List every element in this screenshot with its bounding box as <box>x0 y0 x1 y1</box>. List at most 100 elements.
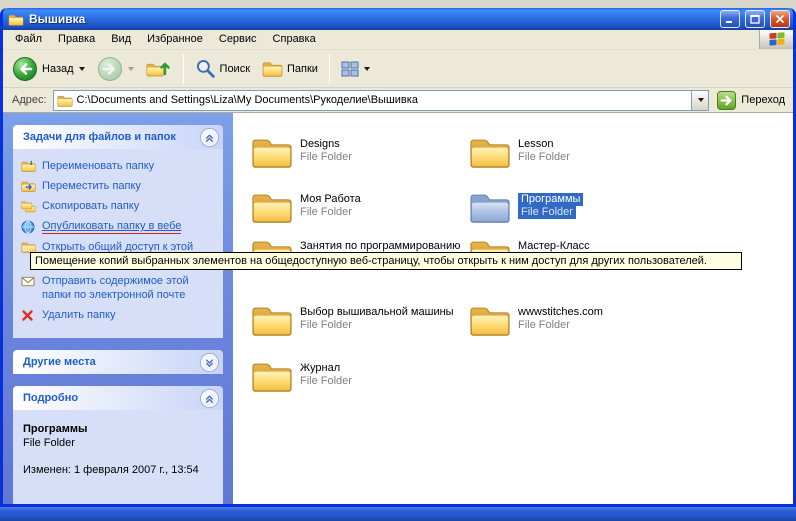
panel-other-places: Другие места <box>13 350 223 374</box>
menu-view[interactable]: Вид <box>103 30 139 49</box>
address-label: Адрес: <box>12 94 47 106</box>
file-type: File Folder <box>300 319 352 332</box>
back-button[interactable]: Назад <box>7 54 90 84</box>
email-icon <box>21 275 36 288</box>
file-name: wwwstitches.com <box>518 306 603 319</box>
collapse-button[interactable] <box>201 129 218 146</box>
folder-icon-selected <box>469 190 511 223</box>
other-places-header[interactable]: Другие места <box>13 350 223 374</box>
file-name: Моя Работа <box>300 193 361 206</box>
forward-icon <box>97 56 123 82</box>
up-button[interactable] <box>141 55 177 82</box>
panel-file-tasks: Задачи для файлов и папок Переименовать … <box>13 125 223 338</box>
file-tile-designs[interactable]: Designs File Folder <box>251 131 461 171</box>
file-tile-programmy-selected[interactable]: Программы File Folder <box>469 186 679 226</box>
file-name: Выбор вышивальной машины <box>300 306 454 319</box>
task-pane: Задачи для файлов и папок Переименовать … <box>3 113 233 504</box>
folder-icon <box>251 190 293 223</box>
details-title: Подробно <box>23 392 78 404</box>
file-type: File Folder <box>300 151 352 164</box>
details-body: Программы File Folder Изменен: 1 февраля… <box>13 410 223 504</box>
task-label: Переместить папку <box>42 179 141 193</box>
folders-label: Папки <box>287 63 318 75</box>
taskbar[interactable] <box>0 507 796 521</box>
task-label: Удалить папку <box>42 308 116 322</box>
file-tile-lesson[interactable]: Lesson File Folder <box>469 131 679 171</box>
task-rename-folder[interactable]: Переименовать папку <box>21 159 215 173</box>
chevron-up-icon <box>204 393 215 404</box>
details-file-name: Программы <box>23 422 213 436</box>
menu-favorites[interactable]: Избранное <box>139 30 211 49</box>
file-tile-wwwstitches[interactable]: wwwstitches.com File Folder <box>469 299 679 339</box>
window-folder-icon <box>8 13 24 26</box>
file-tile-zhurnal[interactable]: Журнал File Folder <box>251 355 461 395</box>
collapse-button[interactable] <box>201 390 218 407</box>
other-places-title: Другие места <box>23 356 96 368</box>
chevron-down-icon <box>204 357 215 368</box>
panel-details: Подробно Программы File Folder Изменен: … <box>13 386 223 504</box>
file-name: Журнал <box>300 362 340 375</box>
expand-button[interactable] <box>201 354 218 371</box>
views-dropdown-icon <box>364 67 370 71</box>
file-tasks-header[interactable]: Задачи для файлов и папок <box>13 125 223 149</box>
tooltip: Помещение копий выбранных элементов на о… <box>30 252 742 270</box>
folder-icon <box>251 359 293 392</box>
address-input[interactable]: C:\Documents and Settings\Liza\My Docume… <box>53 90 710 111</box>
folder-icon <box>251 303 293 336</box>
task-label: Опубликовать папку в вебе <box>42 219 181 234</box>
task-copy-folder[interactable]: Скопировать папку <box>21 199 215 213</box>
back-dropdown-icon <box>79 67 85 71</box>
details-header[interactable]: Подробно <box>13 386 223 410</box>
views-button[interactable] <box>336 59 375 79</box>
window-title: Вышивка <box>29 12 715 26</box>
back-label: Назад <box>42 63 74 75</box>
file-name: Lesson <box>518 138 553 151</box>
task-label: Переименовать папку <box>42 159 154 173</box>
go-icon <box>717 91 736 110</box>
close-button[interactable] <box>770 10 790 28</box>
file-tasks-title: Задачи для файлов и папок <box>23 131 176 143</box>
menu-file[interactable]: Файл <box>7 30 50 49</box>
publish-web-icon <box>21 220 36 234</box>
file-type: File Folder <box>300 206 352 219</box>
task-delete-folder[interactable]: Удалить папку <box>21 308 215 322</box>
go-button[interactable]: Переход <box>715 91 787 110</box>
delete-icon <box>21 309 36 322</box>
folders-button[interactable]: Папки <box>257 58 323 79</box>
file-type: File Folder <box>300 375 352 388</box>
views-icon <box>341 61 359 77</box>
main-area: Задачи для файлов и папок Переименовать … <box>3 113 793 504</box>
maximize-button[interactable] <box>745 10 765 28</box>
task-publish-folder-web[interactable]: Опубликовать папку в вебе <box>21 219 215 234</box>
task-move-folder[interactable]: Переместить папку <box>21 179 215 193</box>
task-label: Отправить содержимое этой папки по элект… <box>42 274 202 302</box>
minimize-icon <box>725 14 735 24</box>
task-email-folder[interactable]: Отправить содержимое этой папки по элект… <box>21 274 215 302</box>
file-tile-vybor-mashiny[interactable]: Выбор вышивальной машины File Folder <box>251 299 461 339</box>
file-tile-moya-rabota[interactable]: Моя Работа File Folder <box>251 186 461 226</box>
folder-icon <box>469 135 511 168</box>
forward-dropdown-icon <box>128 67 134 71</box>
file-type: File Folder <box>518 206 576 219</box>
back-icon <box>12 56 38 82</box>
details-modified: Изменен: 1 февраля 2007 г., 13:54 <box>23 463 213 477</box>
copy-folder-icon <box>21 200 36 213</box>
task-label: Скопировать папку <box>42 199 139 213</box>
menu-tools[interactable]: Сервис <box>211 30 265 49</box>
file-tasks-body: Переименовать папку Переместить папку Ск… <box>13 149 223 338</box>
minimize-button[interactable] <box>720 10 740 28</box>
file-list-area: Designs File Folder Lesson File Folder М… <box>233 113 793 504</box>
maximize-icon <box>750 14 760 24</box>
details-file-type: File Folder <box>23 436 213 450</box>
rename-folder-icon <box>21 160 36 172</box>
forward-button[interactable] <box>92 54 139 84</box>
dropdown-arrow-icon <box>698 98 704 102</box>
menu-help[interactable]: Справка <box>265 30 324 49</box>
search-button[interactable]: Поиск <box>190 56 255 81</box>
chevron-up-icon <box>204 132 215 143</box>
desktop: { "window": { "title": "Вышивка" }, "men… <box>0 0 796 521</box>
menu-edit[interactable]: Правка <box>50 30 103 49</box>
address-dropdown-button[interactable] <box>691 91 708 110</box>
toolbar-separator <box>183 54 184 84</box>
title-bar[interactable]: Вышивка <box>3 8 793 30</box>
